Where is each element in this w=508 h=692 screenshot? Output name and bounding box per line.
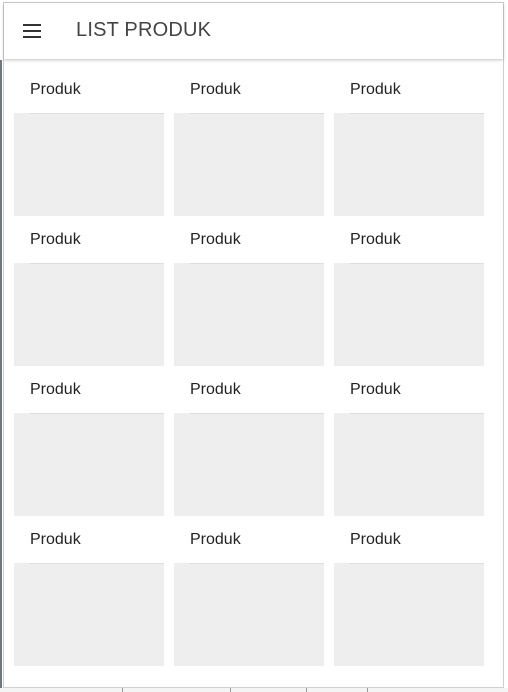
window-edge	[0, 60, 2, 692]
product-card[interactable]: Produk	[14, 523, 164, 669]
product-label: Produk	[190, 231, 241, 248]
product-grid: Produk Produk Produk Produk Produk Produ…	[14, 73, 494, 669]
product-label: Produk	[30, 81, 81, 98]
product-image-placeholder	[14, 113, 164, 216]
product-image-placeholder	[14, 263, 164, 366]
product-card[interactable]: Produk	[334, 73, 484, 219]
page-title: LIST PRODUK	[76, 19, 212, 41]
product-label: Produk	[30, 231, 81, 248]
product-label: Produk	[350, 531, 401, 548]
product-card[interactable]: Produk	[174, 523, 324, 669]
product-label: Produk	[350, 381, 401, 398]
product-label: Produk	[190, 81, 241, 98]
strip-tick	[230, 688, 231, 692]
product-card[interactable]: Produk	[174, 373, 324, 519]
strip-tick	[306, 688, 307, 692]
hamburger-menu-icon[interactable]	[20, 21, 44, 41]
app-bar: LIST PRODUK	[4, 3, 503, 59]
bottom-strip	[0, 688, 508, 692]
product-card[interactable]: Produk	[14, 373, 164, 519]
product-image-placeholder	[334, 563, 484, 666]
product-label: Produk	[190, 531, 241, 548]
strip-tick	[122, 688, 123, 692]
product-image-placeholder	[14, 413, 164, 516]
product-image-placeholder	[334, 113, 484, 216]
product-label: Produk	[350, 231, 401, 248]
product-image-placeholder	[174, 113, 324, 216]
product-label: Produk	[30, 531, 81, 548]
product-card[interactable]: Produk	[334, 523, 484, 669]
product-image-placeholder	[174, 563, 324, 666]
product-label: Produk	[190, 381, 241, 398]
product-image-placeholder	[174, 263, 324, 366]
product-card[interactable]: Produk	[334, 373, 484, 519]
product-card[interactable]: Produk	[14, 73, 164, 219]
product-image-placeholder	[174, 413, 324, 516]
product-card[interactable]: Produk	[334, 223, 484, 369]
app-window: LIST PRODUK Produk Produk Produk Produk …	[3, 2, 504, 688]
product-card[interactable]: Produk	[174, 223, 324, 369]
menu-bar-line	[23, 30, 41, 32]
strip-tick	[367, 688, 368, 692]
product-image-placeholder	[334, 263, 484, 366]
product-card[interactable]: Produk	[174, 73, 324, 219]
product-label: Produk	[350, 81, 401, 98]
product-card[interactable]: Produk	[14, 223, 164, 369]
product-image-placeholder	[14, 563, 164, 666]
product-label: Produk	[30, 381, 81, 398]
menu-bar-line	[23, 36, 41, 38]
menu-bar-line	[23, 24, 41, 26]
product-image-placeholder	[334, 413, 484, 516]
